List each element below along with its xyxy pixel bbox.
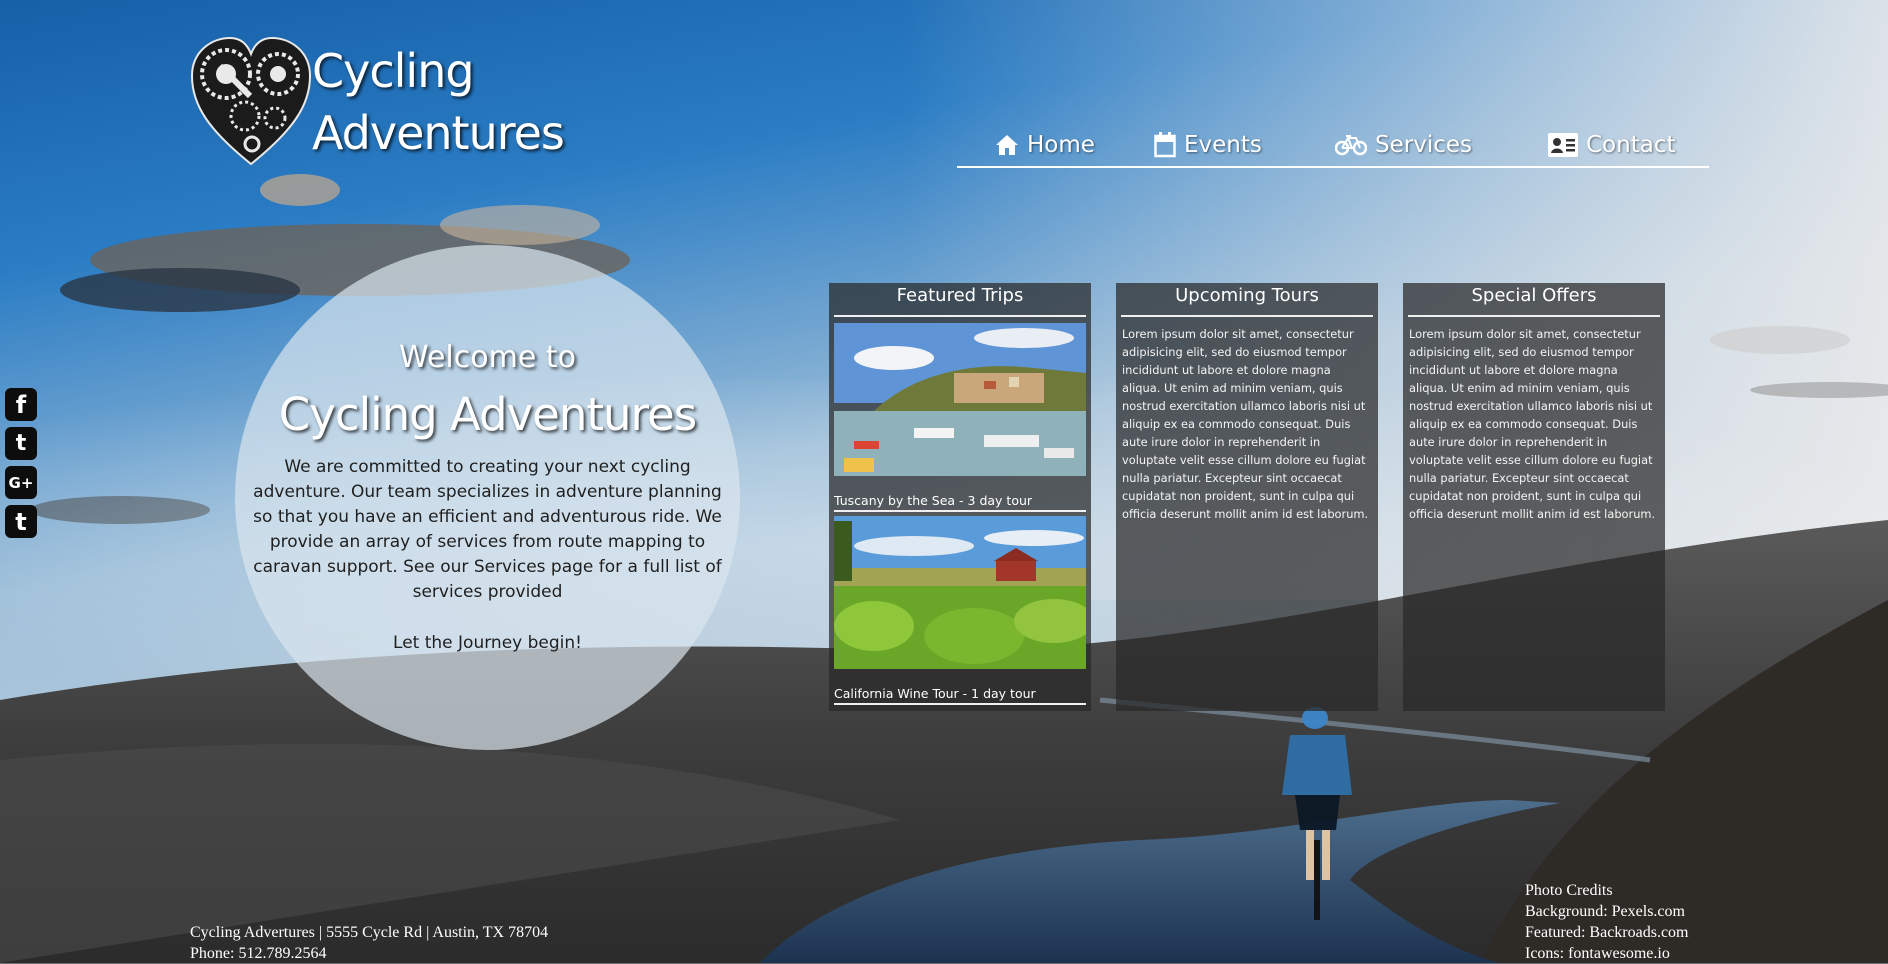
nav-services[interactable]: Services bbox=[1335, 128, 1472, 162]
footer-phone: Phone: 512.789.2564 bbox=[190, 945, 327, 962]
site-logo[interactable]: Cycling Adventures bbox=[190, 36, 590, 171]
facebook-glyph: f bbox=[15, 390, 27, 419]
site-title: Cycling Adventures bbox=[312, 40, 565, 164]
welcome-body-text: We are committed to creating your next c… bbox=[253, 457, 722, 602]
special-offers-title: Special Offers bbox=[1408, 283, 1660, 317]
facebook-icon[interactable]: f bbox=[5, 388, 37, 421]
tuscany-trip-caption[interactable]: Tuscany by the Sea - 3 day tour bbox=[834, 492, 1086, 512]
calendar-icon bbox=[1154, 132, 1176, 158]
site-title-line2: Adventures bbox=[312, 106, 565, 160]
special-offers-text: Lorem ipsum dolor sit amet, consectetur … bbox=[1409, 327, 1656, 521]
upcoming-tours-title: Upcoming Tours bbox=[1121, 283, 1373, 317]
featured-trips-title: Featured Trips bbox=[834, 283, 1086, 317]
upcoming-tours-text: Lorem ipsum dolor sit amet, consectetur … bbox=[1122, 327, 1369, 521]
welcome-heading: Welcome to bbox=[399, 340, 576, 375]
twitter-glyph: t bbox=[15, 431, 27, 456]
upcoming-tours-panel: Upcoming Tours Lorem ipsum dolor sit ame… bbox=[1116, 283, 1378, 711]
footer-contact: Cycling Advertures | 5555 Cycle Rd | Aus… bbox=[190, 922, 548, 964]
heart-gear-logo-icon bbox=[190, 36, 312, 166]
photo-credits-title: Photo Credits bbox=[1525, 882, 1613, 899]
twitter-icon[interactable]: t bbox=[5, 427, 37, 460]
california-trip-image[interactable] bbox=[834, 516, 1086, 669]
featured-trips-panel: Featured Trips Tuscany by the Sea - 3 da… bbox=[829, 283, 1091, 711]
nav-services-label: Services bbox=[1375, 132, 1472, 158]
credit-icons: Icons: fontawesome.io bbox=[1525, 945, 1670, 962]
credit-background: Background: Pexels.com bbox=[1525, 903, 1685, 920]
credit-featured: Featured: Backroads.com bbox=[1525, 924, 1689, 941]
address-card-icon bbox=[1548, 133, 1578, 157]
social-links: f t G+ t bbox=[5, 388, 39, 544]
special-offers-panel: Special Offers Lorem ipsum dolor sit ame… bbox=[1403, 283, 1665, 711]
nav-home[interactable]: Home bbox=[995, 128, 1095, 162]
welcome-circle: Welcome to Cycling Adventures We are com… bbox=[235, 245, 740, 750]
nav-home-label: Home bbox=[1027, 132, 1095, 158]
welcome-tagline: Let the Journey begin! bbox=[393, 633, 582, 653]
welcome-title: Cycling Adventures bbox=[278, 388, 697, 441]
nav-events-label: Events bbox=[1184, 132, 1262, 158]
nav-contact-label: Contact bbox=[1586, 132, 1676, 158]
tuscany-trip-image[interactable] bbox=[834, 323, 1086, 476]
bicycle-icon bbox=[1335, 135, 1367, 156]
tumblr-glyph: t bbox=[15, 507, 27, 536]
google-plus-icon[interactable]: G+ bbox=[5, 466, 37, 499]
footer-address: Cycling Advertures | 5555 Cycle Rd | Aus… bbox=[190, 924, 549, 941]
site-title-line1: Cycling bbox=[312, 44, 475, 98]
google-plus-glyph: G+ bbox=[8, 473, 34, 492]
nav-contact[interactable]: Contact bbox=[1548, 128, 1675, 162]
main-nav: Home Events Services Contact bbox=[957, 128, 1709, 168]
california-trip-caption[interactable]: California Wine Tour - 1 day tour bbox=[834, 685, 1086, 705]
photo-credits: Photo Credits Background: Pexels.com Fea… bbox=[1525, 880, 1689, 964]
home-icon bbox=[996, 135, 1018, 155]
tumblr-icon[interactable]: t bbox=[5, 505, 37, 538]
nav-events[interactable]: Events bbox=[1154, 128, 1262, 162]
